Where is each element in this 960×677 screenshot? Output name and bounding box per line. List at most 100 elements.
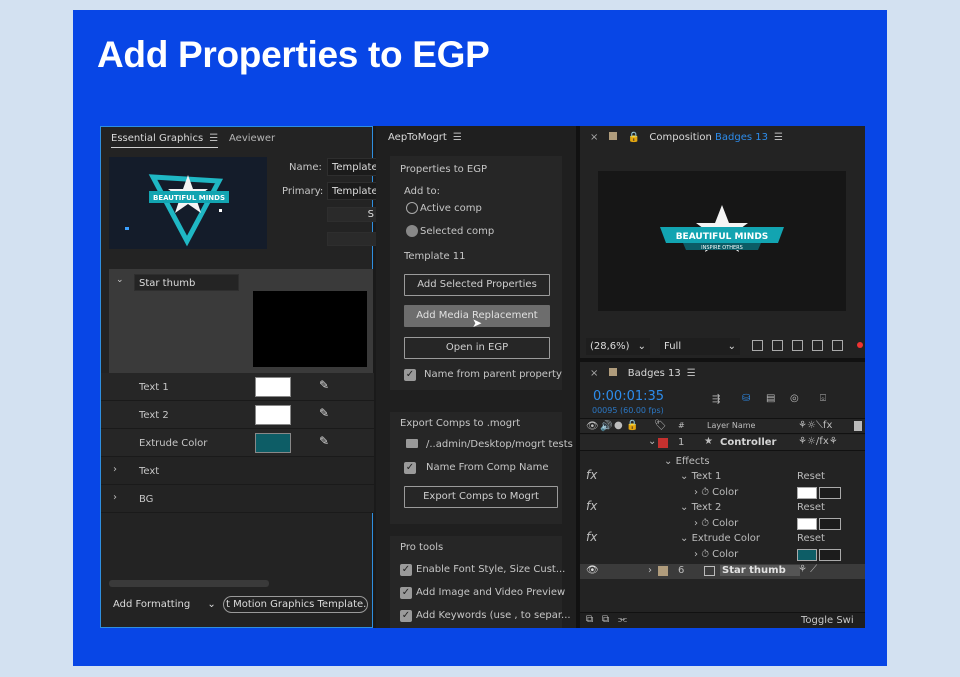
region-icon[interactable] (812, 340, 823, 351)
color-property[interactable]: › ⏱ Color (694, 518, 738, 529)
fx-icon[interactable]: fx (586, 530, 597, 544)
close-icon[interactable]: × (590, 132, 598, 143)
color-channel-icon[interactable] (857, 342, 863, 348)
tab-aeviewer[interactable]: Aeviewer (229, 133, 275, 144)
transfer-controls-icon[interactable]: ⧉ (602, 614, 609, 625)
pro-checkbox[interactable]: ✓ (400, 564, 412, 576)
tab-timeline[interactable]: × Badges 13 ☰ (590, 368, 696, 379)
in-out-icon[interactable]: ⫘ (618, 614, 627, 625)
radio-active-comp[interactable] (406, 202, 418, 214)
graph-editor-icon[interactable]: ⌺ (820, 393, 826, 404)
effects-group[interactable]: ⌄ Effects (664, 456, 710, 467)
primary-field[interactable]: Template (327, 182, 377, 200)
layer-switches-icon[interactable]: ⚘☼/fx⚘ (798, 436, 838, 447)
panel-menu-icon[interactable]: ☰ (453, 132, 462, 143)
frame-blending-icon[interactable]: ▤ (766, 393, 775, 404)
expand-icon[interactable]: ⌄ (648, 436, 656, 447)
zoom-dropdown[interactable]: (28,6%) ⌄ (586, 338, 650, 355)
label-icon[interactable]: 🏷 (654, 420, 667, 431)
lock-icon[interactable]: 🔒 (626, 420, 638, 431)
chevron-right-icon[interactable]: › (113, 464, 117, 475)
panel-menu-icon[interactable]: ☰ (774, 132, 783, 143)
name-from-comp-checkbox[interactable]: ✓ (404, 462, 416, 474)
eyedropper-icon[interactable] (819, 518, 841, 530)
tab-composition[interactable]: × 🔒 Composition Badges 13 ☰ (590, 132, 783, 143)
panel-menu-icon[interactable]: ☰ (687, 368, 696, 379)
cut-off-button[interactable]: S (327, 207, 377, 222)
render-time-icon[interactable]: ⧉ (586, 614, 593, 625)
color-swatch[interactable] (255, 405, 291, 425)
eye-icon[interactable]: 👁 (586, 421, 599, 432)
layer-name[interactable]: Star thumb (720, 565, 800, 576)
stopwatch-icon[interactable]: ⏱ (701, 487, 712, 498)
stopwatch-icon[interactable]: ⏱ (701, 549, 712, 560)
expand-icon[interactable]: › (648, 565, 652, 576)
eyedropper-icon[interactable]: ✎ (319, 406, 329, 420)
group-row-text[interactable]: › Text (101, 457, 374, 485)
color-swatch[interactable] (255, 377, 291, 397)
transparency-grid-icon[interactable] (772, 340, 783, 351)
mask-icon[interactable] (792, 340, 803, 351)
snapshot-icon[interactable] (752, 340, 763, 351)
name-from-parent-checkbox[interactable]: ✓ (404, 369, 416, 381)
timecode[interactable]: 0:00:01:35 (593, 389, 664, 404)
folder-icon[interactable] (406, 439, 418, 448)
stopwatch-icon[interactable]: ⏱ (701, 518, 712, 529)
cut-letter: S (367, 209, 374, 220)
eyedropper-icon[interactable] (819, 487, 841, 499)
name-field[interactable]: Template (327, 158, 377, 176)
eyedropper-icon[interactable] (819, 549, 841, 561)
group-name-field[interactable]: Star thumb (134, 274, 239, 291)
tab-essential-graphics[interactable]: Essential Graphics ☰ (111, 133, 219, 148)
layer-row-star-thumb[interactable]: 👁 › 6 Star thumb ⚘ ⟋ (580, 564, 865, 579)
effect-name[interactable]: ⌄ Text 2 (680, 502, 721, 513)
comp-name-link[interactable]: Badges 13 (715, 132, 768, 143)
color-swatch[interactable] (255, 433, 291, 453)
layer-label-color[interactable] (658, 566, 668, 576)
effect-name[interactable]: ⌄ Extrude Color (680, 533, 760, 544)
tab-aeptomogrt[interactable]: AepToMogrt ☰ (388, 132, 462, 143)
layer-switches-icon[interactable]: ⚘ ⟋ (798, 564, 817, 575)
color-swatch[interactable] (797, 487, 817, 499)
pro-checkbox[interactable]: ✓ (400, 587, 412, 599)
color-swatch[interactable] (797, 549, 817, 561)
reset-link[interactable]: Reset (797, 502, 825, 513)
audio-icon[interactable]: 🔊 (600, 421, 612, 432)
horizontal-scrollbar[interactable] (109, 580, 269, 587)
reset-link[interactable]: Reset (797, 533, 825, 544)
color-property[interactable]: › ⏱ Color (694, 549, 738, 560)
solo-icon[interactable]: ● (614, 420, 623, 431)
effect-name[interactable]: ⌄ Text 1 (680, 471, 721, 482)
reset-link[interactable]: Reset (797, 471, 825, 482)
switches-icon[interactable]: ⚘☼⟍fx (798, 420, 832, 431)
layer-row-controller[interactable]: ⌄ 1 ★ Controller ⚘☼/fx⚘ (580, 435, 865, 451)
add-formatting-button[interactable]: Add Formatting ⌄ (113, 599, 216, 610)
chevron-down-icon[interactable]: ⌄ (116, 275, 124, 285)
open-in-egp-button[interactable]: Open in EGP (404, 337, 550, 359)
comp-flowchart-icon[interactable]: ⇶ (712, 394, 720, 405)
color-swatch[interactable] (797, 518, 817, 530)
add-selected-properties-button[interactable]: Add Selected Properties (404, 274, 550, 296)
pro-checkbox[interactable]: ✓ (400, 610, 412, 622)
motion-blur-icon[interactable]: ◎ (790, 393, 799, 404)
toggle-switches-button[interactable]: Toggle Swi (801, 615, 854, 626)
panel-menu-icon[interactable]: ☰ (209, 133, 218, 144)
radio-selected-comp[interactable] (406, 225, 418, 237)
eye-icon[interactable]: 👁 (586, 565, 599, 576)
grid-icon[interactable] (832, 340, 843, 351)
export-template-button[interactable]: t Motion Graphics Template... (223, 596, 368, 613)
fx-icon[interactable]: fx (586, 499, 597, 513)
color-property[interactable]: › ⏱ Color (694, 487, 738, 498)
layer-label-color[interactable] (658, 438, 668, 448)
shy-layers-icon[interactable]: ⛁ (742, 393, 750, 404)
export-comps-button[interactable]: Export Comps to Mogrt (404, 486, 558, 508)
resolution-dropdown[interactable]: Full ⌄ (660, 338, 740, 355)
close-icon[interactable]: × (590, 368, 598, 379)
lock-icon[interactable]: 🔒 (628, 132, 640, 143)
fx-icon[interactable]: fx (586, 468, 597, 482)
cut-off-field[interactable] (327, 232, 377, 246)
eyedropper-icon[interactable]: ✎ (319, 434, 329, 448)
eyedropper-icon[interactable]: ✎ (319, 378, 329, 392)
group-row-bg[interactable]: › BG (101, 485, 374, 513)
chevron-right-icon[interactable]: › (113, 492, 117, 503)
